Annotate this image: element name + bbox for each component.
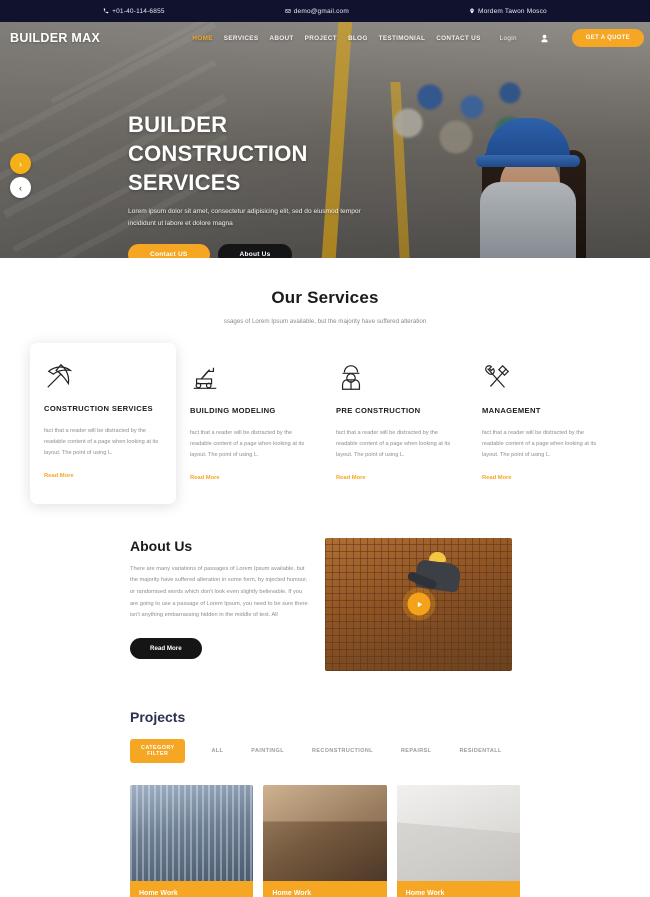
project-image xyxy=(130,784,254,881)
hero-subtitle: Lorem ipsum dolor sit amet, consectetur … xyxy=(128,208,361,228)
projects-filter-bar: CATEGORY FILTER ALL PAINTINGL RECONSTRUC… xyxy=(130,738,520,763)
project-image xyxy=(396,784,520,881)
services-subtitle: ssages of Lorem Ipsum available, but the… xyxy=(223,318,427,325)
filter-reconstructionl[interactable]: RECONSTRUCTIONL xyxy=(312,742,373,760)
service-card-read-more[interactable]: Read More xyxy=(44,473,74,479)
service-card-text: fact that a reader will be distracted by… xyxy=(44,428,159,457)
site-logo[interactable]: BUILDER MAX xyxy=(10,31,100,45)
nav-item-home[interactable]: HOME xyxy=(192,35,212,42)
hero-title: BUILDER CONSTRUCTION SERVICES xyxy=(128,110,458,197)
project-card[interactable]: Home Work alteration in some form, by in… xyxy=(396,784,520,897)
hero-title-line-1: BUILDER xyxy=(128,112,228,137)
about-read-more-button[interactable]: Read More xyxy=(130,638,202,659)
hero-buttons: Contact US About Us xyxy=(128,244,458,258)
projects-title: Projects xyxy=(130,708,186,725)
map-marker-icon xyxy=(469,8,475,14)
main-navbar: BUILDER MAX HOME SERVICES ABOUT PROJECT … xyxy=(0,22,650,54)
project-card-body: Home Work alteration in some form, by in… xyxy=(263,880,387,897)
project-card[interactable]: Home Work alteration in some form, by in… xyxy=(130,784,254,897)
filter-category-filter[interactable]: CATEGORY FILTER xyxy=(130,738,186,763)
hammer-wrench-icon xyxy=(482,363,600,395)
service-card-title: PRE CONSTRUCTION xyxy=(336,406,421,415)
topbar-location-text: Mordem Tawon Mosco xyxy=(477,7,547,15)
nav-item-services[interactable]: SERVICES xyxy=(224,35,259,42)
nav-login-link[interactable]: Login xyxy=(500,35,517,42)
service-card-text: fact that a reader will be distracted by… xyxy=(336,430,451,459)
services-section: Our Services ssages of Lorem Ipsum avail… xyxy=(0,258,650,504)
page-root: +01-40-114-6855 demo@gmail.com Mordem Ta… xyxy=(0,0,650,897)
services-card-list: CONSTRUCTION SERVICES fact that a reader… xyxy=(0,343,650,504)
hero-contact-button[interactable]: Contact US xyxy=(128,244,210,258)
hero-title-line-3: SERVICES xyxy=(128,170,241,196)
filter-all[interactable]: ALL xyxy=(211,742,223,760)
top-info-bar: +01-40-114-6855 demo@gmail.com Mordem Ta… xyxy=(0,0,650,22)
project-card[interactable]: Home Work alteration in some form, by in… xyxy=(263,784,387,897)
topbar-phone-text: +01-40-114-6855 xyxy=(112,7,165,15)
project-image xyxy=(263,784,387,881)
about-text-column: About Us There are many variations of pa… xyxy=(130,538,325,671)
hero-title-line-2: CONSTRUCTION xyxy=(128,141,308,167)
nav-item-blog[interactable]: BLOG xyxy=(348,35,368,42)
topbar-email[interactable]: demo@gmail.com xyxy=(285,8,349,15)
service-card-title: BUILDING MODELING xyxy=(190,406,276,415)
about-video-thumbnail[interactable] xyxy=(325,537,512,671)
service-card-text: fact that a reader will be distracted by… xyxy=(482,430,597,459)
hero-content: BUILDER CONSTRUCTION SERVICES Lorem ipsu… xyxy=(128,110,458,258)
phone-icon xyxy=(103,8,109,14)
filter-residentall[interactable]: RESIDENTALL xyxy=(459,742,501,760)
projects-grid: Home Work alteration in some form, by in… xyxy=(0,784,650,897)
project-card-body: Home Work alteration in some form, by in… xyxy=(130,880,254,897)
carousel-next-arrow[interactable]: › xyxy=(10,153,31,174)
service-card-text: fact that a reader will be distracted by… xyxy=(190,430,305,459)
service-card-read-more[interactable]: Read More xyxy=(336,475,366,481)
service-card-pre-construction[interactable]: PRE CONSTRUCTION fact that a reader will… xyxy=(322,347,468,502)
worker-helmet-icon xyxy=(336,363,454,395)
play-icon[interactable] xyxy=(407,592,430,616)
topbar-location[interactable]: Mordem Tawon Mosco xyxy=(469,8,547,15)
about-title: About Us xyxy=(130,537,193,554)
pickaxe-icon xyxy=(44,361,162,393)
topbar-email-text: demo@gmail.com xyxy=(293,7,349,15)
nav-links: HOME SERVICES ABOUT PROJECT BLOG TESTIMO… xyxy=(192,29,644,47)
nav-item-about[interactable]: ABOUT xyxy=(269,35,293,42)
project-card-title: Home Work xyxy=(139,889,178,897)
service-card-read-more[interactable]: Read More xyxy=(482,475,512,481)
hero-banner: BUILDER CONSTRUCTION SERVICES Lorem ipsu… xyxy=(0,22,650,258)
user-icon[interactable] xyxy=(540,34,549,43)
carousel-prev-arrow[interactable]: ‹ xyxy=(10,177,31,198)
nav-item-contact-us[interactable]: CONTACT US xyxy=(436,35,480,42)
hero-about-button[interactable]: About Us xyxy=(217,244,293,258)
project-card-body: Home Work alteration in some form, by in… xyxy=(396,880,520,897)
services-title: Our Services xyxy=(271,288,379,307)
project-card-title: Home Work xyxy=(405,889,445,897)
service-card-read-more[interactable]: Read More xyxy=(190,475,220,481)
filter-repairsl[interactable]: REPAIRSL xyxy=(401,742,431,760)
project-card-title: Home Work xyxy=(272,889,312,897)
get-a-quote-button[interactable]: GET A QUOTE xyxy=(571,29,644,47)
topbar-phone[interactable]: +01-40-114-6855 xyxy=(103,8,165,15)
nav-item-testimonial[interactable]: TESTIMONIAL xyxy=(379,35,426,42)
envelope-icon xyxy=(285,8,291,14)
crane-icon xyxy=(190,363,308,395)
service-card-construction-services[interactable]: CONSTRUCTION SERVICES fact that a reader… xyxy=(30,343,176,504)
service-card-building-modeling[interactable]: BUILDING MODELING fact that a reader wil… xyxy=(176,347,322,502)
service-card-management[interactable]: MANAGEMENT fact that a reader will be di… xyxy=(468,347,614,502)
about-paragraph: There are many variations of passages of… xyxy=(130,565,308,619)
nav-item-project[interactable]: PROJECT xyxy=(305,35,337,42)
filter-paintingl[interactable]: PAINTINGL xyxy=(251,742,284,760)
about-section: About Us There are many variations of pa… xyxy=(0,537,650,671)
service-card-title: CONSTRUCTION SERVICES xyxy=(44,404,153,413)
service-card-title: MANAGEMENT xyxy=(482,406,541,415)
projects-section: Projects CATEGORY FILTER ALL PAINTINGL R… xyxy=(0,709,650,763)
